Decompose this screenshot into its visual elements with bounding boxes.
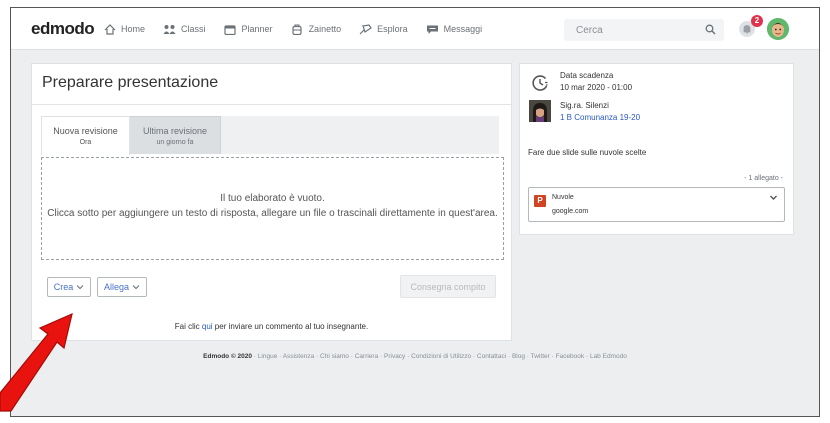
drop-zone[interactable]: Il tuo elaborato è vuoto. Clicca sotto p… — [41, 157, 504, 260]
home-icon — [103, 23, 116, 35]
footer-link-careers[interactable]: Carriera — [355, 353, 378, 360]
due-date-label: Data scadenza — [560, 71, 614, 80]
nav-messages-label: Messaggi — [443, 24, 483, 34]
due-date-value: 10 mar 2020 - 01:00 — [560, 83, 633, 92]
chevron-down-icon — [76, 285, 84, 290]
search-icon[interactable] — [705, 24, 716, 35]
search-input[interactable] — [564, 19, 694, 41]
attach-button-label: Allega — [103, 282, 130, 292]
attach-dropdown-button[interactable]: Allega — [97, 277, 147, 297]
explore-icon — [359, 23, 372, 35]
comment-note: Fai clic qui per inviare un commento al … — [32, 322, 511, 331]
user-avatar[interactable] — [767, 18, 789, 40]
submit-assignment-button[interactable]: Consegna compito — [400, 275, 496, 298]
search-bar — [564, 19, 724, 41]
attachments-count: - 1 allegato - — [744, 175, 783, 182]
classes-icon — [163, 24, 176, 35]
class-link[interactable]: 1 B Comunanza 19-20 — [560, 113, 640, 122]
messages-icon — [426, 24, 439, 35]
footer-link-privacy[interactable]: Privacy — [384, 353, 405, 360]
nav-planner-label: Planner — [241, 24, 273, 34]
nav-planner[interactable]: Planner — [224, 24, 273, 35]
tab-last-revision[interactable]: Ultima revisione un giorno fa — [130, 116, 221, 154]
nav-explore[interactable]: Esplora — [359, 23, 408, 35]
edmodo-logo[interactable]: edmodo — [31, 19, 95, 39]
revision-tabs: Nuova revisione Ora Ultima revisione un … — [41, 116, 499, 155]
notification-badge: 2 — [751, 15, 763, 27]
main-nav: Home Classi Planner Zainetto Esplora Mes… — [103, 8, 500, 50]
teacher-name[interactable]: Sig.ra. Silenzi — [560, 101, 609, 110]
tab-new-revision[interactable]: Nuova revisione Ora — [41, 116, 130, 155]
nav-backpack-label: Zainetto — [308, 24, 342, 34]
tab-last-revision-label: Ultima revisione — [142, 126, 208, 136]
footer-link-languages[interactable]: Lingue — [258, 353, 278, 360]
footer-link-lab[interactable]: Lab Edmodo — [590, 353, 627, 360]
backpack-icon — [291, 23, 304, 35]
comment-prefix: Fai clic — [174, 322, 200, 331]
tab-new-revision-sub: Ora — [79, 139, 92, 146]
footer-link-twitter[interactable]: Twitter — [531, 353, 550, 360]
teacher-avatar[interactable] — [529, 100, 551, 122]
nav-classes[interactable]: Classi — [163, 24, 206, 35]
footer-link-facebook[interactable]: Facebook — [556, 353, 585, 360]
app-window: edmodo Home Classi Planner Zainetto Espl… — [10, 7, 820, 417]
assignment-details-card: Data scadenza 10 mar 2020 - 01:00 Sig.ra… — [519, 63, 794, 235]
empty-message: Il tuo elaborato è vuoto. — [220, 193, 325, 204]
nav-home[interactable]: Home — [103, 23, 146, 35]
comment-link[interactable]: qui — [202, 322, 213, 331]
nav-messages[interactable]: Messaggi — [426, 24, 483, 35]
tab-last-revision-sub: un giorno fa — [156, 139, 194, 146]
chevron-down-icon — [132, 285, 140, 290]
create-button-label: Crea — [53, 282, 74, 292]
footer-copyright: Edmodo © 2020 — [203, 353, 253, 360]
attachment-item[interactable]: P Nuvole google.com — [528, 187, 785, 222]
comment-suffix: per inviare un commento al tuo insegnant… — [214, 322, 369, 331]
tab-new-revision-label: Nuova revisione — [53, 126, 118, 136]
nav-home-label: Home — [121, 24, 146, 34]
page-footer: Edmodo © 2020 · Lingue · Assistenza · Ch… — [11, 353, 819, 360]
top-navigation-bar: edmodo Home Classi Planner Zainetto Espl… — [11, 8, 819, 50]
clock-icon — [532, 75, 548, 91]
footer-link-contact[interactable]: Contattaci — [477, 353, 506, 360]
attachment-name: Nuvole — [552, 194, 574, 201]
footer-link-blog[interactable]: Blog — [512, 353, 525, 360]
page-title: Preparare presentazione — [42, 74, 219, 91]
nav-backpack[interactable]: Zainetto — [291, 23, 342, 35]
attachment-source: google.com — [552, 208, 589, 215]
footer-link-about[interactable]: Chi siamo — [320, 353, 349, 360]
chevron-down-icon[interactable] — [769, 193, 778, 202]
footer-link-help[interactable]: Assistenza — [283, 353, 314, 360]
assignment-description: Fare due slide sulle nuvole scelte — [528, 148, 647, 157]
title-divider — [32, 104, 511, 105]
planner-icon — [224, 24, 237, 35]
nav-classes-label: Classi — [181, 24, 206, 34]
footer-link-terms[interactable]: Condizioni di Utilizzo — [411, 353, 471, 360]
submission-card: Preparare presentazione Nuova revisione … — [31, 63, 512, 341]
create-dropdown-button[interactable]: Crea — [47, 277, 91, 297]
empty-instructions: Clicca sotto per aggiungere un testo di … — [47, 208, 498, 219]
nav-explore-label: Esplora — [377, 24, 408, 34]
powerpoint-icon: P — [534, 195, 546, 207]
